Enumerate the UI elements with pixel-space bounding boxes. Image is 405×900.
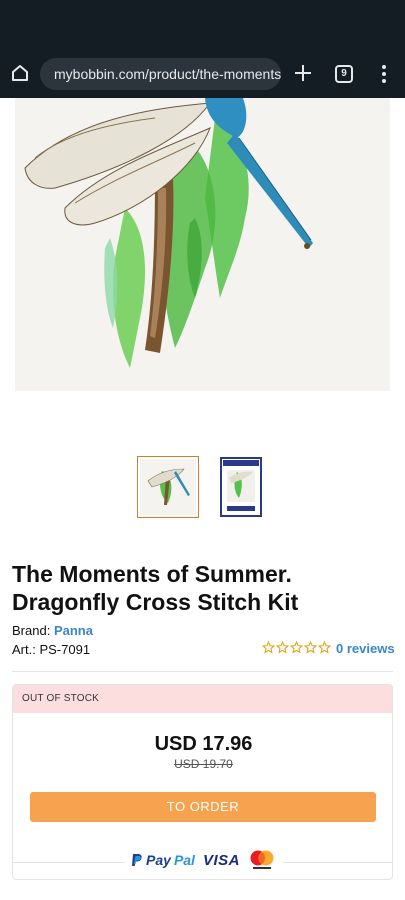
reviews-link[interactable]: 0 reviews	[336, 641, 395, 656]
menu-icon[interactable]	[380, 64, 388, 84]
rating-stars[interactable]	[262, 641, 331, 654]
product-title: The Moments of Summer. Dragonfly Cross S…	[12, 561, 299, 615]
brand-label: Brand:	[12, 623, 51, 638]
star-icon	[304, 641, 317, 654]
paypal-icon	[132, 854, 142, 866]
address-bar[interactable]: mybobbin.com/product/the-moments-of-summ…	[40, 58, 281, 90]
product-main-image[interactable]	[15, 98, 390, 391]
article-line: Art.: PS-7091	[12, 642, 90, 657]
brand-line: Brand: Panna	[12, 623, 93, 638]
plus-icon[interactable]	[293, 63, 313, 83]
mastercard-logo: mastercard	[250, 850, 274, 869]
article-value: PS-7091	[39, 642, 91, 657]
divider	[12, 671, 393, 672]
stock-status-banner: OUT OF STOCK	[13, 685, 392, 713]
paypal-logo: Pay Pal	[131, 852, 195, 868]
visa-logo: VISA	[202, 851, 240, 869]
price: USD 17.96	[154, 733, 253, 755]
star-icon	[262, 641, 275, 654]
paypal-text-b: Pal	[173, 852, 195, 868]
tabs-icon[interactable]: 9	[335, 65, 353, 83]
thumbnail-2[interactable]	[210, 456, 272, 518]
star-icon	[290, 641, 303, 654]
home-icon[interactable]	[10, 63, 30, 83]
status-bar	[0, 0, 405, 50]
article-label: Art.:	[12, 642, 36, 657]
old-price: USD 19.70	[174, 757, 233, 771]
order-panel: OUT OF STOCK USD 17.96 USD 19.70 TO ORDE…	[12, 684, 393, 880]
star-icon	[276, 641, 289, 654]
star-icon	[318, 641, 331, 654]
order-button[interactable]: TO ORDER	[30, 792, 376, 822]
paypal-text-a: Pay	[146, 852, 171, 868]
url-text: mybobbin.com/product/the-moments-of-summ…	[54, 66, 281, 82]
thumbnail-1[interactable]	[137, 456, 199, 518]
brand-link[interactable]: Panna	[54, 623, 93, 638]
payment-methods: PayPal VISA mastercard	[13, 848, 392, 872]
